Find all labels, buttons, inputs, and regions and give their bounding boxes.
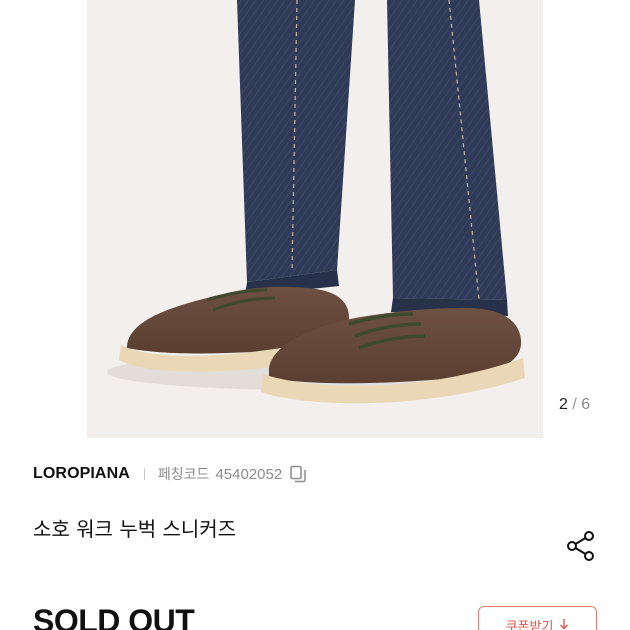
download-arrow-icon: [559, 618, 569, 630]
sold-out-status: SOLD OUT: [33, 603, 195, 630]
coupon-button[interactable]: 쿠폰받기: [478, 606, 597, 630]
counter-current: 2: [559, 396, 568, 413]
share-icon[interactable]: [563, 528, 599, 564]
counter-total: 6: [581, 396, 591, 413]
meta-divider: [143, 468, 145, 480]
product-title: 소호 워크 누벅 스니커즈: [33, 517, 237, 541]
product-image-gallery[interactable]: 2 / 6: [0, 0, 630, 440]
copy-icon[interactable]: [288, 464, 308, 484]
product-code-label: 페칭코드: [157, 467, 210, 483]
coupon-button-label: 쿠폰받기: [505, 619, 554, 630]
image-counter: 2 / 6: [559, 396, 590, 414]
product-code-value: 45402052: [215, 465, 283, 483]
product-photo[interactable]: [87, 0, 543, 438]
brand-name[interactable]: LOROPIANA: [33, 465, 130, 483]
product-meta-row: LOROPIANA 페칭코드 45402052: [33, 462, 308, 486]
counter-separator: /: [572, 396, 577, 413]
